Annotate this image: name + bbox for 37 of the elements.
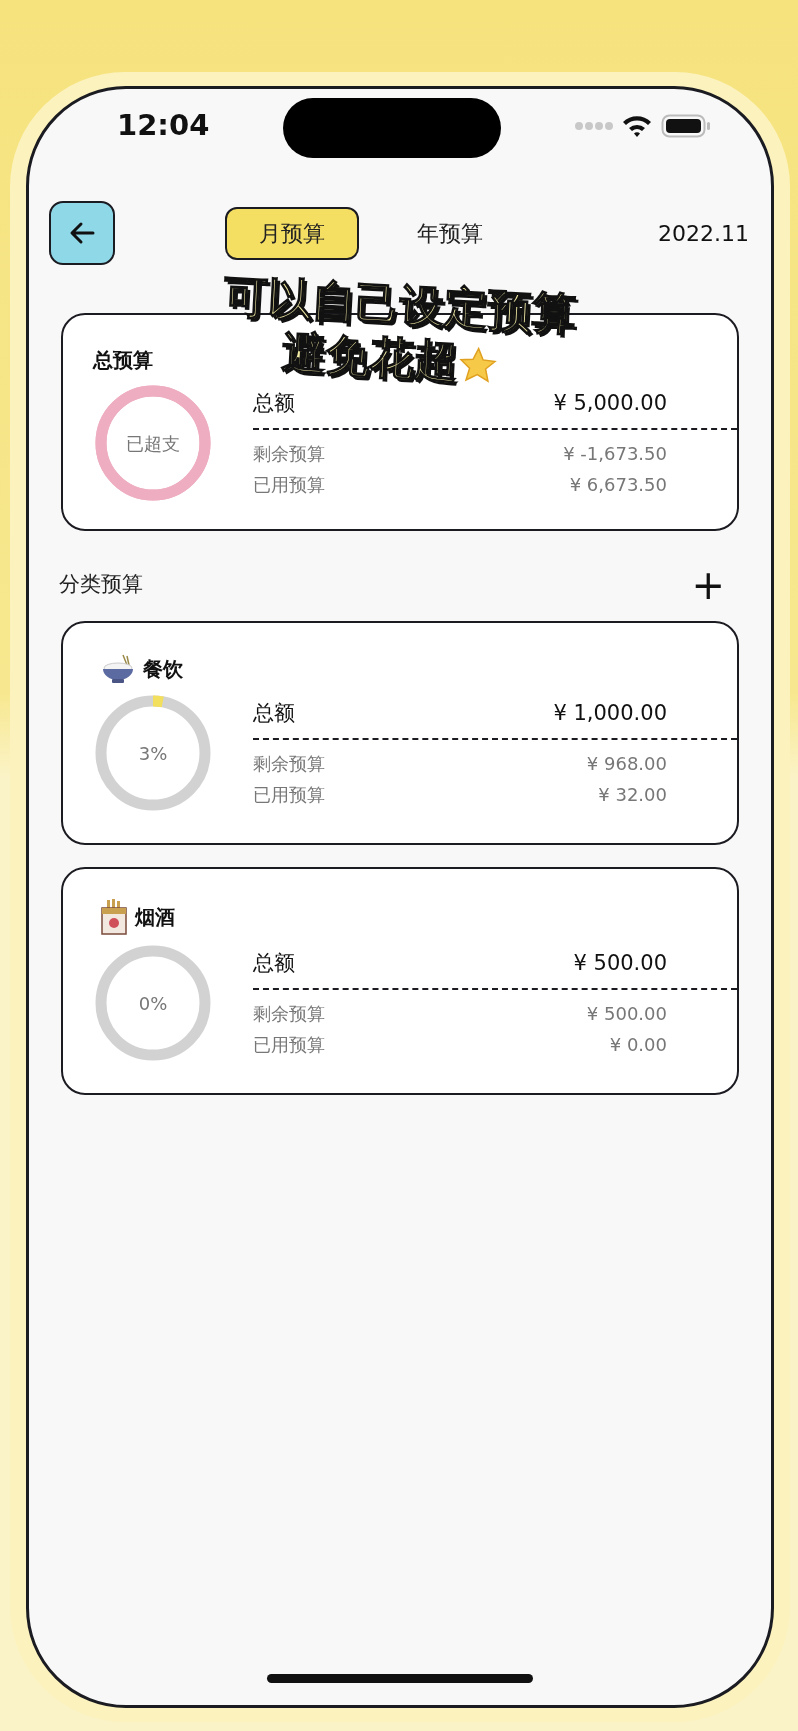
back-button[interactable] xyxy=(49,201,115,265)
row-value: ¥ 0.00 xyxy=(609,1032,667,1057)
amount-label: 总额 xyxy=(253,950,295,978)
row-value: ¥ 32.00 xyxy=(598,782,667,807)
rice-bowl-icon xyxy=(101,653,135,685)
amount-value: ¥ 500.00 xyxy=(573,950,667,978)
battery-icon xyxy=(661,114,711,138)
row-label: 已用预算 xyxy=(253,782,325,807)
back-arrow-icon xyxy=(69,221,95,245)
amount-value: ¥ 1,000.00 xyxy=(553,700,667,728)
amount-value: ¥ 5,000.00 xyxy=(553,390,667,418)
row-label: 已用预算 xyxy=(253,472,325,497)
period-label[interactable]: 2022.11 xyxy=(658,216,749,250)
row-value: ¥ 968.00 xyxy=(586,751,667,776)
ring-label: 已超支 xyxy=(126,431,180,456)
wifi-icon xyxy=(621,114,653,138)
card-title: 餐饮 xyxy=(143,656,183,683)
row-label: 剩余预算 xyxy=(253,1001,325,1026)
card-title: 总预算 xyxy=(93,348,153,372)
row-value: ¥ -1,673.50 xyxy=(563,441,667,466)
amount-label: 总额 xyxy=(253,390,295,418)
card-title: 烟酒 xyxy=(135,904,175,931)
row-label: 已用预算 xyxy=(253,1032,325,1057)
status-time: 12:04 xyxy=(117,107,210,145)
row-label: 剩余预算 xyxy=(253,441,325,466)
row-value: ¥ 500.00 xyxy=(586,1001,667,1026)
tab[interactable]: 年预算 xyxy=(383,206,517,260)
tab[interactable]: 月预算 xyxy=(225,206,359,260)
signal-icon xyxy=(575,121,613,131)
section-title: 分类预算 xyxy=(59,571,143,599)
ring-label: 3% xyxy=(138,741,168,766)
ring-label: 0% xyxy=(138,991,168,1016)
row-label: 剩余预算 xyxy=(253,751,325,776)
amount-label: 总额 xyxy=(253,700,295,728)
add-button[interactable]: + xyxy=(691,565,725,605)
row-value: ¥ 6,673.50 xyxy=(569,472,667,497)
cigarette-pack-icon xyxy=(101,899,127,935)
